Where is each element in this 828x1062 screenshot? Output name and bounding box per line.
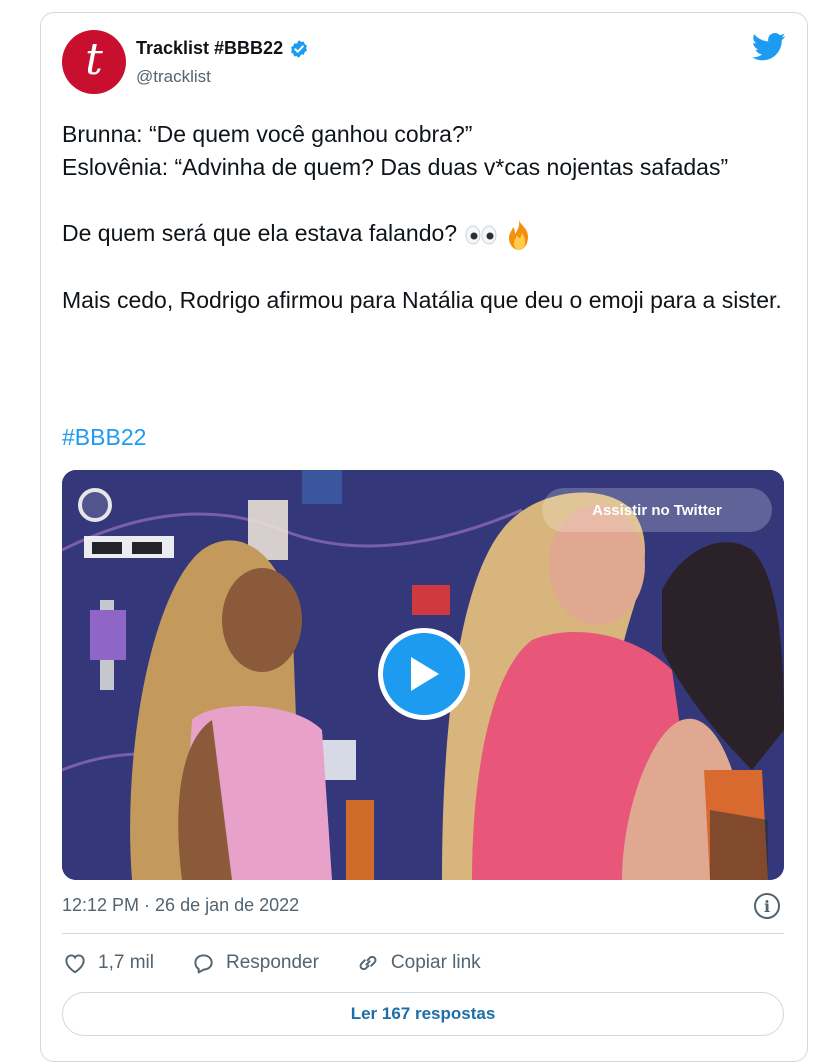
read-replies-button[interactable]: Ler 167 respostas [62,992,784,1036]
watch-on-twitter-button[interactable]: Assistir no Twitter [542,488,772,532]
fire-emoji [508,219,528,250]
play-icon [411,657,439,691]
like-count: 1,7 mil [98,952,154,973]
video-player[interactable]: Assistir no Twitter [62,470,784,880]
tweet-text: Brunna: “De quem você ganhou cobra?” Esl… [62,118,782,317]
tweet-line-3-wrap: De quem será que ela estava falando? [62,217,782,251]
twitter-bird-icon[interactable] [752,32,786,62]
verified-badge-icon [291,39,307,58]
like-button[interactable]: 1,7 mil [62,950,154,976]
copy-link-label: Copiar link [390,952,481,973]
copy-link-button[interactable]: Copiar link [355,950,481,976]
author-handle[interactable]: @tracklist [136,67,211,87]
live-indicator-icon [78,488,112,522]
avatar-letter: t [85,34,103,85]
reply-button[interactable]: Responder [190,950,319,976]
tweet-timestamp[interactable]: 12:12 PM · 26 de jan de 2022 [62,895,299,916]
info-icon[interactable]: i [754,893,780,919]
heart-icon [65,954,85,974]
divider [62,933,784,934]
eyes-emoji [465,225,496,245]
author-row: Tracklist #BBB22 [136,38,309,59]
link-icon [359,955,377,971]
play-button[interactable] [378,628,470,720]
tweet-line-4: Mais cedo, Rodrigo afirmou para Natália … [62,286,782,313]
tweet-line-2: Eslovênia: “Advinha de quem? Das duas v*… [62,154,729,180]
tweet-line-3: De quem será que ela estava falando? [62,220,458,246]
hashtag-link[interactable]: #BBB22 [62,424,146,451]
reply-icon [194,954,213,974]
reply-label: Responder [225,952,319,973]
avatar[interactable]: t [62,30,126,94]
author-name[interactable]: Tracklist #BBB22 [136,38,283,59]
tweet-line-1: Brunna: “De quem você ganhou cobra?” [62,121,473,147]
action-bar: 1,7 mil Responder Copiar link [62,950,517,976]
